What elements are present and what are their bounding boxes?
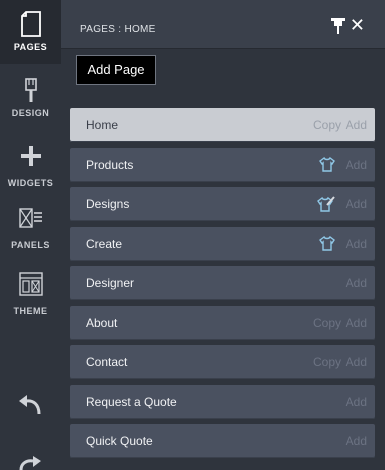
page-label: About — [86, 315, 118, 330]
redo-icon[interactable] — [17, 456, 43, 470]
rail-item-panels[interactable]: PANELS — [0, 208, 61, 250]
page-row-request-a-quote[interactable]: Request a Quote Add — [70, 384, 375, 419]
add-button[interactable]: Add — [346, 158, 367, 172]
add-button[interactable]: Add — [346, 434, 367, 448]
copy-button[interactable]: Copy — [313, 118, 341, 132]
page-row-about[interactable]: About Copy Add — [70, 305, 375, 340]
pages-panel: PAGES : HOME ✕ Add Page Home Copy Add Pr… — [61, 0, 385, 470]
page-label: Contact — [86, 355, 128, 369]
rail-item-pages[interactable]: PAGES — [0, 0, 61, 64]
rail-label-pages: PAGES — [13, 42, 48, 52]
page-row-designer[interactable]: Designer Add — [70, 266, 375, 300]
page-label: Request a Quote — [86, 394, 177, 409]
page-row-quick-quote[interactable]: Quick Quote Add — [70, 424, 375, 458]
page-label: Products — [86, 157, 134, 172]
pages-list: Home Copy Add Products Add Designs Add C… — [70, 108, 375, 464]
add-button[interactable]: Add — [346, 316, 367, 330]
add-button[interactable]: Add — [346, 197, 367, 211]
shirt-brush-icon[interactable] — [317, 196, 335, 212]
rail-label-design: DESIGN — [11, 108, 50, 118]
add-button[interactable]: Add — [346, 118, 367, 132]
page-row-create[interactable]: Create Add — [70, 226, 375, 261]
add-button[interactable]: Add — [346, 395, 367, 409]
page-row-home[interactable]: Home Copy Add — [70, 108, 375, 142]
page-label: Home — [86, 118, 119, 132]
panels-icon — [18, 208, 42, 228]
undo-icon[interactable] — [17, 394, 43, 416]
add-button[interactable]: Add — [346, 355, 367, 369]
add-button[interactable]: Add — [346, 237, 367, 251]
page-label: Designs — [86, 197, 130, 211]
panel-title: PAGES : HOME — [80, 24, 156, 35]
rail-item-widgets[interactable]: WIDGETS — [0, 146, 61, 188]
page-icon — [20, 11, 41, 37]
page-label: Create — [86, 236, 123, 251]
shirt-icon[interactable] — [319, 235, 335, 251]
copy-button[interactable]: Copy — [313, 316, 341, 330]
theme-icon — [18, 272, 43, 296]
page-label: Designer — [86, 276, 135, 290]
rail-item-theme[interactable]: THEME — [0, 272, 61, 316]
add-page-button[interactable]: Add Page — [76, 55, 156, 85]
rail-item-design[interactable]: DESIGN — [0, 78, 61, 118]
page-row-contact[interactable]: Contact Copy Add — [70, 345, 375, 379]
shirt-icon[interactable] — [319, 156, 335, 172]
rail-label-panels: PANELS — [11, 240, 50, 250]
left-rail: PAGES DESIGN WIDGETS PANELS THEME — [0, 0, 61, 470]
close-icon[interactable]: ✕ — [350, 16, 365, 34]
copy-button[interactable]: Copy — [313, 355, 341, 369]
pin-icon[interactable] — [331, 18, 345, 34]
page-label: Quick Quote — [86, 434, 153, 448]
add-button[interactable]: Add — [346, 276, 367, 290]
brush-icon — [24, 78, 37, 102]
plus-icon — [20, 146, 41, 166]
page-row-designs[interactable]: Designs Add — [70, 187, 375, 221]
rail-label-widgets: WIDGETS — [7, 178, 54, 188]
page-row-products[interactable]: Products Add — [70, 147, 375, 182]
rail-label-theme: THEME — [13, 306, 48, 316]
panel-header: PAGES : HOME ✕ — [61, 0, 385, 49]
